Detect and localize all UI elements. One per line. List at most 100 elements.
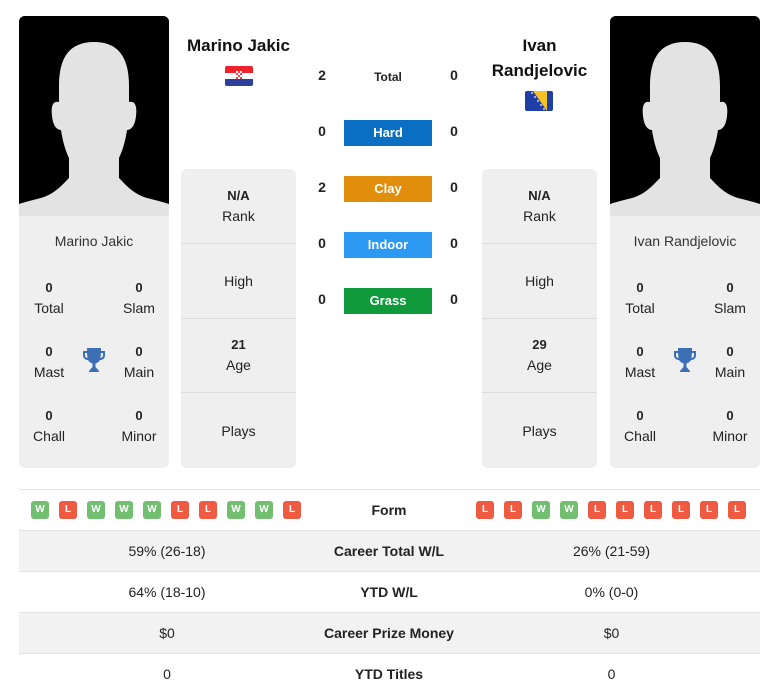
form-win-badge[interactable]: W	[532, 501, 550, 519]
stat-value: 0	[45, 408, 53, 423]
surface-hard-badge[interactable]: Hard	[344, 120, 432, 146]
form-loss-badge[interactable]: L	[283, 501, 301, 519]
player1-age: 21 Age	[181, 319, 296, 394]
player1-card-name[interactable]: Marino Jakic	[19, 233, 169, 249]
rank-value: N/A	[227, 187, 250, 203]
stat-label: Main	[123, 364, 155, 380]
h2h-p2-value: 0	[450, 291, 458, 307]
player1-main-titles: 0 Main	[109, 342, 169, 382]
form-loss-badge[interactable]: L	[644, 501, 662, 519]
form-loss-badge[interactable]: L	[728, 501, 746, 519]
form-loss-badge[interactable]: L	[59, 501, 77, 519]
player2-high: High	[482, 244, 597, 319]
form-loss-badge[interactable]: L	[476, 501, 494, 519]
form-win-badge[interactable]: W	[255, 501, 273, 519]
h2h-total-row: 2 Total 0	[300, 64, 480, 90]
stat-label: Main	[714, 364, 746, 380]
stat-value: 0	[135, 408, 143, 423]
age-label: Age	[527, 357, 552, 374]
plays-label: Plays	[522, 422, 557, 439]
player2-slam-titles: 0 Slam	[700, 278, 760, 318]
h2h-p1-value: 2	[318, 67, 326, 83]
stat-label: Chall	[33, 428, 65, 444]
player1-value: 64% (18-10)	[128, 584, 206, 600]
row-label: YTD Titles	[354, 666, 424, 682]
h2h-p2-value: 0	[450, 123, 458, 139]
player2-rank: N/A Rank	[482, 169, 597, 244]
form-win-badge[interactable]: W	[115, 501, 133, 519]
player2-total-titles: 0 Total	[610, 278, 670, 318]
h2h-hard-row: 0 Hard 0	[300, 120, 480, 146]
h2h-p1-value: 0	[318, 291, 326, 307]
row-label: Career Prize Money	[324, 625, 454, 641]
stat-value: 0	[636, 344, 644, 359]
h2h-label: Total	[374, 70, 402, 84]
stat-label: Chall	[624, 428, 656, 444]
player1-name[interactable]: Marino Jakic	[176, 33, 301, 58]
h2h-p2-value: 0	[450, 235, 458, 251]
age-label: Age	[226, 357, 251, 374]
table-row: 64% (18-10) YTD W/L 0% (0-0)	[19, 571, 760, 612]
player2-age: 29 Age	[482, 319, 597, 394]
row-label: YTD W/L	[360, 584, 418, 600]
form-loss-badge[interactable]: L	[672, 501, 690, 519]
stat-label: Mast	[33, 364, 65, 380]
h2h-p2-value: 0	[450, 67, 458, 83]
high-label: High	[224, 272, 253, 289]
form-win-badge[interactable]: W	[227, 501, 245, 519]
player1-value: $0	[159, 625, 175, 641]
trophy-icon	[674, 348, 696, 372]
form-win-badge[interactable]: W	[31, 501, 49, 519]
surface-clay-badge[interactable]: Clay	[344, 176, 432, 202]
plays-label: Plays	[221, 422, 256, 439]
player1-plays: Plays	[181, 393, 296, 468]
form-win-badge[interactable]: W	[143, 501, 161, 519]
form-loss-badge[interactable]: L	[171, 501, 189, 519]
stat-value: 0	[726, 280, 734, 295]
player2-card-name[interactable]: Ivan Randjelovic	[610, 233, 760, 249]
stat-label: Slam	[123, 300, 155, 316]
player1-slam-titles: 0 Slam	[109, 278, 169, 318]
silhouette-icon	[19, 16, 169, 216]
player1-rank: N/A Rank	[181, 169, 296, 244]
player2-value: 0% (0-0)	[584, 584, 639, 600]
surface-indoor-badge[interactable]: Indoor	[344, 232, 432, 258]
player2-last-name[interactable]: Randjelovic	[477, 58, 602, 83]
player2-main-titles: 0 Main	[700, 342, 760, 382]
stat-label: Total	[34, 300, 64, 316]
player2-minor-titles: 0 Minor	[700, 406, 760, 446]
player2-card: Ivan Randjelovic 0 Total 0 Slam 0 Mast 0 Mai…	[610, 16, 760, 468]
croatia-flag-icon	[225, 66, 253, 86]
stat-label: Total	[625, 300, 655, 316]
surface-grass-badge[interactable]: Grass	[344, 288, 432, 314]
player2-info-card: N/A Rank High 29 Age Plays	[482, 169, 597, 468]
stat-value: 0	[726, 344, 734, 359]
stat-value: 0	[135, 344, 143, 359]
form-loss-badge[interactable]: L	[700, 501, 718, 519]
stat-value: 0	[135, 280, 143, 295]
age-value: 29	[532, 337, 547, 353]
stat-value: 0	[45, 280, 53, 295]
player1-value: 59% (26-18)	[128, 543, 206, 559]
form-loss-badge[interactable]: L	[199, 501, 217, 519]
player1-value: 0	[163, 666, 171, 682]
form-win-badge[interactable]: W	[560, 501, 578, 519]
player2-plays: Plays	[482, 393, 597, 468]
stat-value: 0	[45, 344, 53, 359]
player1-photo	[19, 16, 169, 216]
form-loss-badge[interactable]: L	[588, 501, 606, 519]
rank-label: Rank	[523, 207, 556, 224]
player1-high: High	[181, 244, 296, 319]
form-loss-badge[interactable]: L	[504, 501, 522, 519]
h2h-p2-value: 0	[450, 179, 458, 195]
age-value: 21	[231, 337, 246, 353]
form-loss-badge[interactable]: L	[616, 501, 634, 519]
player2-name[interactable]: Ivan Randjelovic	[477, 33, 602, 83]
form-win-badge[interactable]: W	[87, 501, 105, 519]
stat-value: 0	[636, 280, 644, 295]
form-row: WLWWWLLWWL Form LLWWLLLLLL	[19, 489, 760, 530]
player2-first-name[interactable]: Ivan	[477, 33, 602, 58]
stat-value: 0	[726, 408, 734, 423]
player2-form: LLWWLLLLLL	[476, 501, 746, 519]
player2-value: $0	[603, 625, 620, 641]
